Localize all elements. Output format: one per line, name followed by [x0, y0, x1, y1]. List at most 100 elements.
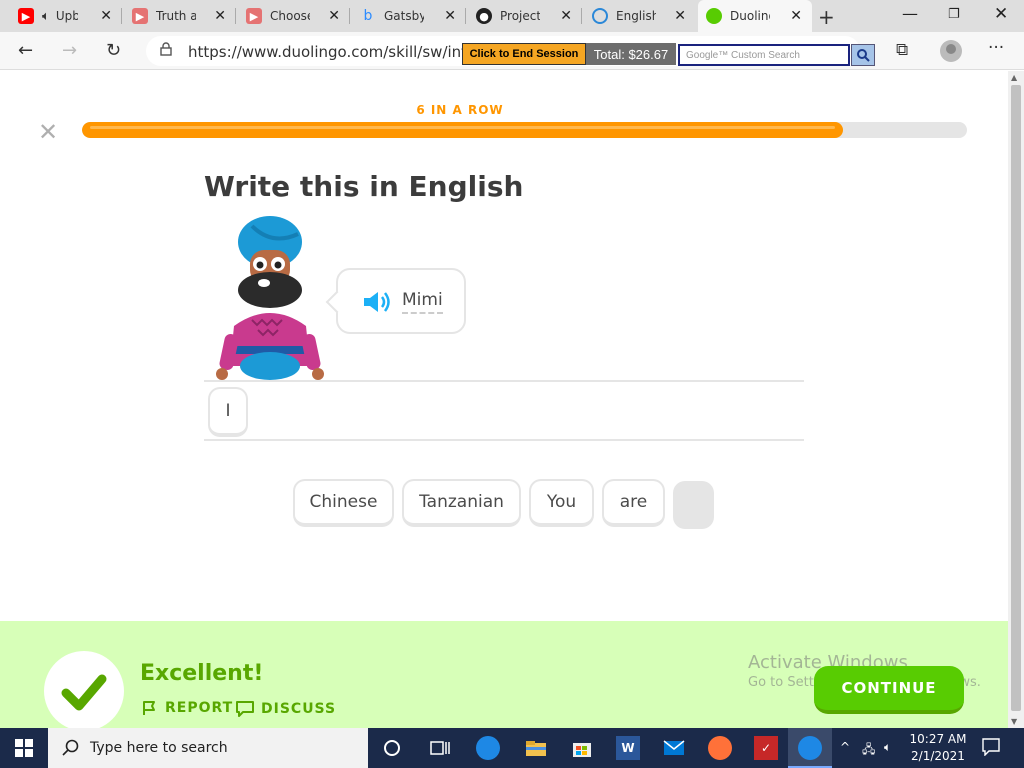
word-bank-chip[interactable]: are	[602, 479, 665, 527]
browser-tab-bar: ▶ 🔈︎ Upbeat ✕ ▶ Truth as t ✕ ▶ Choose Y …	[0, 0, 1024, 32]
taskbar-search-placeholder: Type here to search	[90, 740, 228, 756]
tab-title: Gatsby -	[384, 9, 424, 23]
total-earnings: Total: $26.67	[586, 43, 676, 65]
tray-overflow-icon[interactable]: ^	[840, 740, 850, 754]
forward-icon[interactable]: →	[62, 40, 77, 61]
close-lesson-icon[interactable]: ✕	[38, 118, 58, 146]
scroll-down-icon[interactable]: ▼	[1011, 717, 1017, 726]
continue-button[interactable]: CONTINUE	[814, 666, 964, 714]
tab-upbeat[interactable]: ▶ 🔈︎ Upbeat ✕	[10, 0, 122, 32]
edge-icon[interactable]	[476, 736, 500, 760]
close-tab-icon[interactable]: ✕	[790, 8, 802, 24]
minimize-icon[interactable]: —	[902, 4, 918, 23]
more-options-icon[interactable]: ···	[988, 38, 1004, 58]
word-bank-chip[interactable]: Chinese	[293, 479, 394, 527]
answer-line-top	[204, 380, 804, 382]
report-label: REPORT	[165, 700, 234, 716]
store-icon[interactable]	[570, 736, 594, 760]
flag-icon	[143, 701, 155, 715]
restore-icon[interactable]: ❐	[948, 7, 960, 22]
clock-date: 2/1/2021	[911, 749, 965, 763]
tab-separator	[465, 8, 466, 24]
close-tab-icon[interactable]: ✕	[214, 8, 226, 24]
windows-taskbar: Type here to search W ✓ ^ 🖧︎ 🔈︎ 10:27 AM…	[0, 728, 1024, 768]
tab-separator	[349, 8, 350, 24]
system-clock[interactable]: 10:27 AM 2/1/2021	[906, 731, 970, 765]
scroll-up-icon[interactable]: ▲	[1011, 73, 1017, 82]
answer-token[interactable]: I	[208, 387, 248, 437]
app-icon[interactable]: ✓	[754, 736, 778, 760]
tab-title: Upbeat	[55, 9, 78, 23]
tab-separator	[581, 8, 582, 24]
tab-title: Choose Y	[270, 9, 310, 23]
tab-separator	[121, 8, 122, 24]
taskbar-search-box[interactable]: Type here to search	[48, 728, 368, 768]
word-bank-chip[interactable]: Tanzanian	[402, 479, 521, 527]
search-icon	[857, 49, 870, 62]
youtube-icon: ▶	[18, 8, 34, 24]
tab-separator	[235, 8, 236, 24]
tab-title: Duolingo	[730, 9, 770, 23]
discuss-link[interactable]: DISCUSS	[235, 700, 336, 718]
tab-gatsby[interactable]: b Gatsby - ✕	[352, 0, 466, 32]
volume-icon[interactable]: 🔈︎	[884, 740, 891, 755]
start-button[interactable]	[0, 728, 48, 768]
active-app-indicator[interactable]	[788, 728, 832, 768]
report-link[interactable]: REPORT	[141, 700, 233, 716]
close-window-icon[interactable]: ✕	[994, 4, 1008, 24]
youtube-icon: ▶	[132, 8, 148, 24]
speaker-icon[interactable]	[362, 290, 392, 314]
task-view-icon[interactable]	[428, 736, 452, 760]
word-bank-used-slot	[673, 481, 714, 529]
tab-projects[interactable]: ● Projects ✕	[468, 0, 582, 32]
file-explorer-icon[interactable]	[524, 736, 548, 760]
scrollbar-thumb[interactable]	[1011, 85, 1021, 711]
search-icon	[62, 739, 79, 756]
profile-avatar[interactable]	[940, 40, 962, 62]
tab-title: Truth as t	[156, 9, 196, 23]
success-badge	[44, 651, 124, 731]
audio-playing-icon[interactable]: 🔈︎	[42, 9, 50, 24]
tab-choose[interactable]: ▶ Choose Y ✕	[238, 0, 350, 32]
globe-icon	[592, 8, 608, 24]
new-tab-icon[interactable]: +	[818, 5, 835, 29]
mail-icon[interactable]	[662, 736, 686, 760]
cortana-icon[interactable]	[380, 736, 404, 760]
challenge-title: Write this in English	[204, 170, 524, 203]
word-icon[interactable]: W	[616, 736, 640, 760]
tab-title: English Pl	[616, 9, 656, 23]
back-icon[interactable]: ←	[18, 40, 33, 61]
tab-english[interactable]: English Pl ✕	[584, 0, 696, 32]
close-tab-icon[interactable]: ✕	[444, 8, 456, 24]
lock-icon	[160, 42, 172, 56]
tab-duolingo[interactable]: Duolingo ✕	[698, 0, 812, 32]
prompt-word[interactable]: Mimi	[402, 290, 443, 314]
lesson-progress-bar	[82, 122, 967, 138]
tab-title: Projects	[500, 9, 540, 23]
streak-label: 6 IN A ROW	[416, 103, 504, 117]
speech-bubble: Mimi	[336, 268, 466, 334]
answer-line-bottom	[204, 439, 804, 441]
collections-icon[interactable]: ⧉	[896, 40, 908, 60]
comment-icon	[236, 701, 254, 717]
google-search-button[interactable]	[851, 44, 875, 66]
clock-time: 10:27 AM	[909, 732, 967, 746]
close-tab-icon[interactable]: ✕	[560, 8, 572, 24]
refresh-icon[interactable]: ↻	[106, 40, 121, 61]
close-tab-icon[interactable]: ✕	[328, 8, 340, 24]
end-session-button[interactable]: Click to End Session	[462, 43, 586, 65]
notification-icon[interactable]	[982, 738, 1000, 760]
page-scrollbar[interactable]: ▲ ▼	[1008, 71, 1024, 728]
close-tab-icon[interactable]: ✕	[674, 8, 686, 24]
github-icon: ●	[476, 8, 492, 24]
edge-icon	[798, 736, 822, 760]
network-icon[interactable]: 🖧︎	[862, 740, 875, 761]
word-bank-chip[interactable]: You	[529, 479, 594, 527]
character-illustration	[216, 216, 324, 380]
close-tab-icon[interactable]: ✕	[100, 8, 112, 24]
google-custom-search-input[interactable]: Google™ Custom Search	[678, 44, 850, 66]
tab-truth[interactable]: ▶ Truth as t ✕	[124, 0, 236, 32]
discuss-label: DISCUSS	[261, 701, 337, 717]
bing-icon: b	[363, 8, 373, 24]
firefox-icon[interactable]	[708, 736, 732, 760]
